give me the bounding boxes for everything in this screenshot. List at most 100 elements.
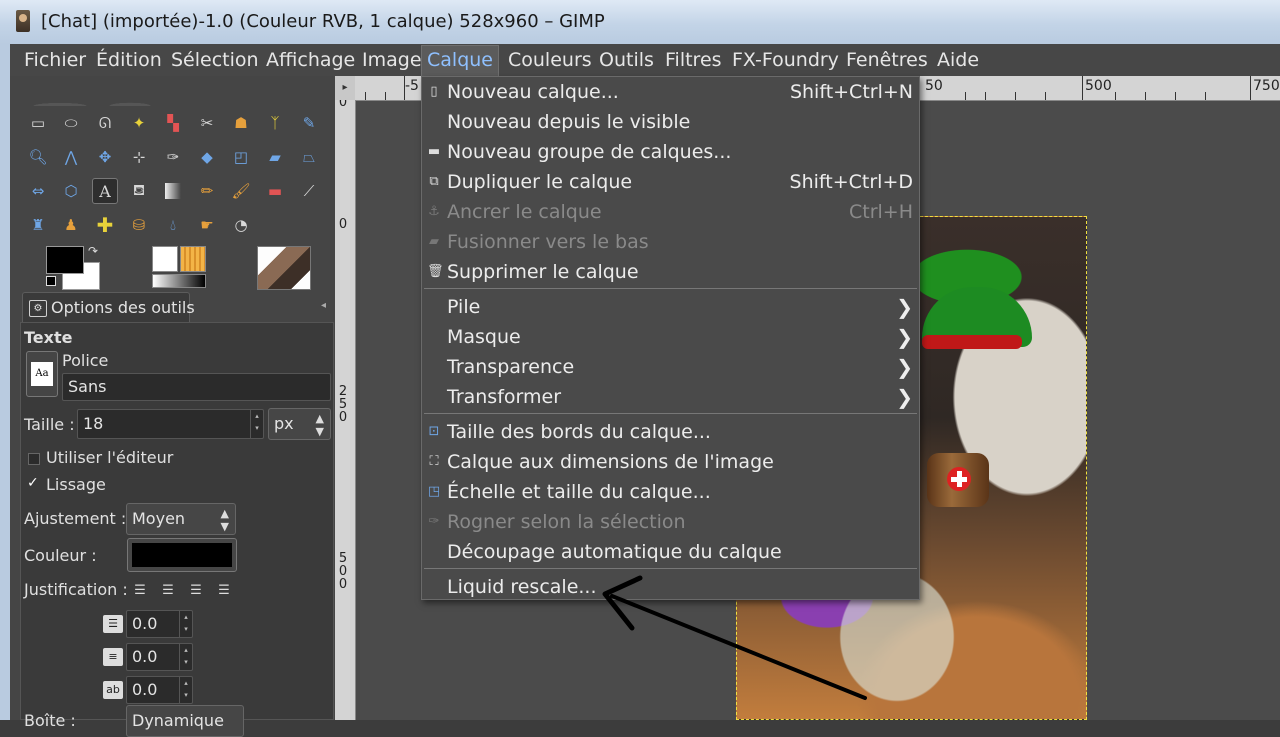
perspective-clone-icon[interactable]: ⛁ <box>126 212 152 238</box>
brush-preview[interactable] <box>152 246 178 272</box>
rotate-icon[interactable]: ◆ <box>194 144 220 170</box>
fuzzy-select-icon[interactable]: ✦ <box>126 110 152 136</box>
crop-tool-icon[interactable]: ✑ <box>160 144 186 170</box>
size-spin-arrows[interactable]: ▴ ▾ <box>250 410 263 438</box>
ellipse-select-icon[interactable]: ⬭ <box>58 110 84 136</box>
dodge-burn-icon[interactable]: ◔ <box>228 212 254 238</box>
menu-fichier[interactable]: Fichier <box>19 46 91 74</box>
line-spacing-spin-arrows[interactable]: ▴ ▾ <box>179 644 192 670</box>
menu-image[interactable]: Image <box>357 46 427 74</box>
use-editor-checkbox[interactable] <box>28 453 40 465</box>
rect-select-icon[interactable]: ▭ <box>25 110 51 136</box>
paths-icon[interactable]: ᛉ <box>262 110 288 136</box>
heal-icon[interactable]: ✚ <box>92 212 118 238</box>
menu-selection[interactable]: Sélection <box>166 46 264 74</box>
gradient-preview[interactable] <box>152 274 206 288</box>
menu-aide[interactable]: Aide <box>932 46 984 74</box>
ruler-tick <box>1205 92 1206 100</box>
scale-tool-icon[interactable]: ◰ <box>228 144 254 170</box>
cage-transform-icon[interactable]: ⬡ <box>58 178 84 204</box>
letter-spacing-spin-arrows[interactable]: ▴ ▾ <box>179 677 192 703</box>
pencil-icon[interactable]: ✏ <box>194 178 220 204</box>
ink-icon[interactable]: ♜ <box>25 212 51 238</box>
menu-item-layer-boundary-size[interactable]: ⊡ Taille des bords du calque... <box>422 417 919 447</box>
shear-icon[interactable]: ▰ <box>262 144 288 170</box>
clone-icon[interactable]: ♟ <box>58 212 84 238</box>
menu-item-delete-layer[interactable]: 🗑︎ Supprimer le calque <box>422 257 919 287</box>
menu-item-transparency[interactable]: Transparence ❯ <box>422 352 919 382</box>
lasso-icon[interactable]: ᘏ <box>92 110 118 136</box>
text-color-button[interactable] <box>127 538 237 572</box>
justify-center-icon[interactable]: ☰ <box>187 582 205 600</box>
tab-tool-options[interactable]: ⚙ Options des outils <box>22 292 195 322</box>
paintbrush-icon[interactable]: 🖌︎ <box>228 178 254 204</box>
vertical-ruler[interactable]: 0 0 2 5 0 5 0 0 <box>335 100 356 720</box>
swap-colors-icon[interactable]: ↷ <box>88 244 98 258</box>
menu-item-crop-to-selection[interactable]: ✑ Rogner selon la sélection <box>422 507 919 537</box>
menu-item-autocrop-layer[interactable]: Découpage automatique du calque <box>422 537 919 567</box>
menu-fenetres[interactable]: Fenêtres <box>841 46 933 74</box>
text-tool-icon[interactable]: A <box>92 178 118 204</box>
menu-item-scale-layer[interactable]: ◳ Échelle et taille du calque... <box>422 477 919 507</box>
perspective-icon[interactable]: ⏢ <box>296 144 322 170</box>
tab-menu-icon[interactable]: ◂ <box>321 300 326 311</box>
menu-item-mask[interactable]: Masque ❯ <box>422 322 919 352</box>
ruler-corner-button[interactable]: ▸ <box>335 76 356 101</box>
smudge-icon[interactable]: ☛ <box>194 212 220 238</box>
indent-spin-arrows[interactable]: ▴ ▾ <box>179 611 192 637</box>
menu-item-stack[interactable]: Pile ❯ <box>422 292 919 322</box>
menu-calque[interactable]: Calque <box>421 45 499 76</box>
color-picker-icon[interactable]: ✎ <box>296 110 322 136</box>
indent-input[interactable]: 0.0 ▴ ▾ <box>126 610 193 638</box>
measure-icon[interactable]: ⋀ <box>58 144 84 170</box>
size-unit-select[interactable]: px ▲ ▼ <box>268 408 331 440</box>
line-spacing-input[interactable]: 0.0 ▴ ▾ <box>126 643 193 671</box>
hinting-arrows-icon: ▲ ▼ <box>220 507 229 533</box>
letter-spacing-input[interactable]: 0.0 ▴ ▾ <box>126 676 193 704</box>
foreground-color-swatch[interactable] <box>46 246 84 274</box>
font-chooser-button[interactable]: Aa <box>26 351 58 397</box>
zoom-icon[interactable]: 🔍︎ <box>25 144 51 170</box>
flip-icon[interactable]: ⇔ <box>25 178 51 204</box>
blend-icon[interactable] <box>160 178 186 204</box>
antialias-checkbox[interactable]: ✓ <box>27 475 39 491</box>
menu-edition[interactable]: Édition <box>91 46 167 74</box>
reset-colors-icon[interactable] <box>46 276 56 286</box>
active-image-thumbnail[interactable] <box>257 246 311 290</box>
airbrush-icon[interactable]: ⟋ <box>296 178 322 204</box>
menu-item-new-layer[interactable]: ▯ Nouveau calque... Shift+Ctrl+N <box>422 77 919 107</box>
foreground-select-icon[interactable]: ☗ <box>228 110 254 136</box>
menu-item-merge-down[interactable]: ▰ Fusionner vers le bas <box>422 227 919 257</box>
menu-item-new-layer-group[interactable]: ▬ Nouveau groupe de calques... <box>422 137 919 167</box>
menu-item-transform[interactable]: Transformer ❯ <box>422 382 919 412</box>
move-icon[interactable]: ✥ <box>92 144 118 170</box>
bucket-fill-icon[interactable]: ⛾ <box>126 178 152 204</box>
font-input[interactable]: Sans <box>62 373 331 401</box>
fg-bg-colors[interactable]: ↷ <box>36 244 102 290</box>
hinting-select[interactable]: Moyen ▲ ▼ <box>126 503 236 535</box>
justify-left-icon[interactable]: ☰ <box>131 582 149 600</box>
align-icon[interactable]: ⊹ <box>126 144 152 170</box>
menu-fx-foundry[interactable]: FX-Foundry <box>727 46 844 74</box>
menu-filtres[interactable]: Filtres <box>660 46 727 74</box>
gimp-app-icon[interactable] <box>16 10 30 32</box>
select-by-color-icon[interactable]: ▚ <box>160 110 186 136</box>
menu-item-anchor-layer[interactable]: ⚓ Ancrer le calque Ctrl+H <box>422 197 919 227</box>
justify-fill-icon[interactable]: ☰ <box>215 582 233 600</box>
blur-icon[interactable]: 💧︎ <box>160 212 186 238</box>
menu-item-layer-to-image-size[interactable]: ⛶ Calque aux dimensions de l'image <box>422 447 919 477</box>
menu-affichage[interactable]: Affichage <box>261 46 360 74</box>
justify-right-icon[interactable]: ☰ <box>159 582 177 600</box>
box-select[interactable]: Dynamique <box>126 705 244 737</box>
menu-item-new-from-visible[interactable]: Nouveau depuis le visible <box>422 107 919 137</box>
pattern-preview[interactable] <box>180 246 206 272</box>
menu-item-duplicate-layer[interactable]: ⧉ Dupliquer le calque Shift+Ctrl+D <box>422 167 919 197</box>
brush-pattern-gradient[interactable] <box>152 246 206 288</box>
size-input[interactable]: 18 ▴ ▾ <box>77 409 264 439</box>
menu-couleurs[interactable]: Couleurs <box>503 46 597 74</box>
menu-item-liquid-rescale[interactable]: Liquid rescale... <box>422 572 919 602</box>
scissors-icon[interactable]: ✂ <box>194 110 220 136</box>
menu-outils[interactable]: Outils <box>594 46 659 74</box>
eraser-icon[interactable]: ▬ <box>262 178 288 204</box>
ruler-tick <box>404 76 405 100</box>
